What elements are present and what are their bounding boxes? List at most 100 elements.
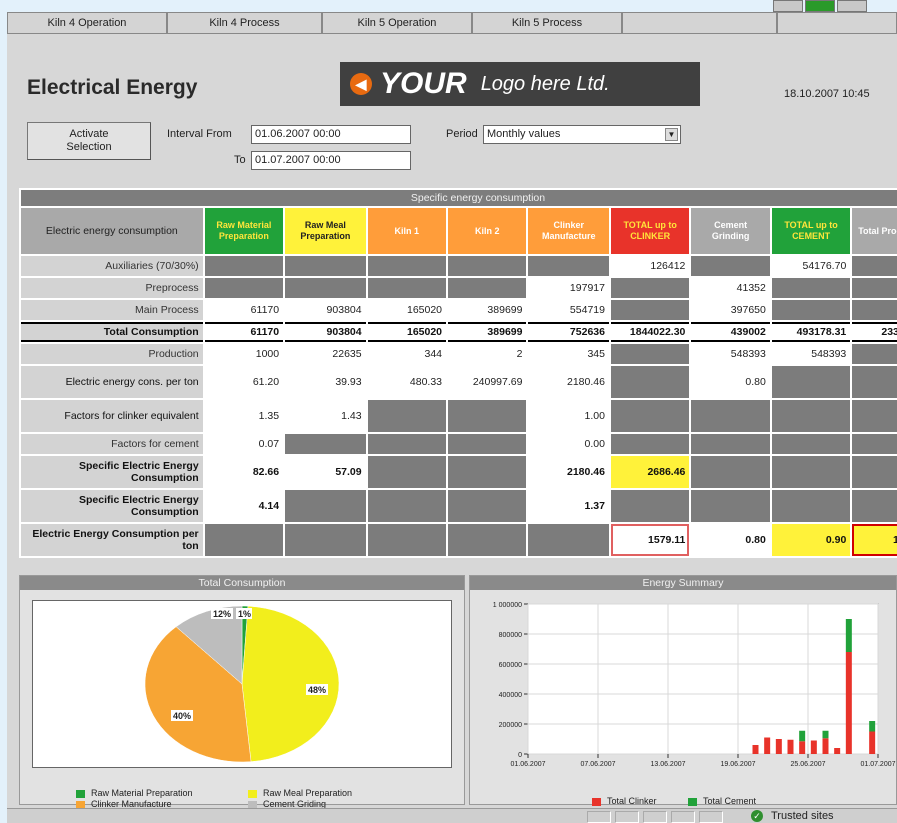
empty-cell <box>528 256 609 276</box>
value-cell: 480.33 <box>367 366 447 398</box>
table-row: Factors for cement 0.07 0.00 <box>21 434 897 454</box>
y-tick-label: 1 000000 <box>493 602 522 609</box>
empty-cell <box>771 456 851 488</box>
empty-cell <box>852 344 897 364</box>
minimize-button[interactable] <box>773 0 803 12</box>
empty-cell <box>285 434 366 454</box>
charts-area: Total Consumption 1% 48% 40% 12% Raw Materi… <box>19 575 897 809</box>
y-tick-label: 200000 <box>499 722 522 729</box>
x-tick-label: 01.06.2007 <box>510 761 545 768</box>
y-tick-label: 0 <box>518 752 522 759</box>
chevron-down-icon[interactable]: ▼ <box>665 128 678 141</box>
x-tick-label: 13.06.2007 <box>650 761 685 768</box>
value-cell: 165020 <box>367 322 447 342</box>
page-title: Electrical Energy <box>27 76 198 99</box>
bar-segment <box>845 652 852 754</box>
empty-cell <box>610 490 690 522</box>
close-button[interactable] <box>837 0 867 12</box>
table-row: Preprocess 197917 41352 <box>21 278 897 298</box>
logo-text-small: Logo here Ltd. <box>480 72 610 95</box>
column-header: Raw Meal Preparation <box>285 208 366 254</box>
value-cell: 22635 <box>285 344 366 364</box>
value-cell: 2180.46 <box>528 456 609 488</box>
check-shield-icon: ✓ <box>751 810 763 822</box>
table-caption: Specific energy consumption <box>21 190 897 206</box>
value-cell: 554719 <box>528 300 609 320</box>
value-cell: 493178.31 <box>771 322 851 342</box>
empty-cell <box>528 524 609 556</box>
empty-cell <box>610 278 690 298</box>
table-row: Electric energy cons. per ton 61.20 39.93 4… <box>21 366 897 398</box>
x-tick-label: 07.06.2007 <box>580 761 615 768</box>
value-cell: 903804 <box>285 322 366 342</box>
activate-selection-button[interactable]: Activate Selection <box>27 122 151 160</box>
column-header: Total Production <box>852 208 897 254</box>
tab-empty-2[interactable] <box>777 12 897 34</box>
tab-kiln-5-process[interactable]: Kiln 5 Process <box>472 12 622 34</box>
bar-segment <box>845 619 852 652</box>
window-controls <box>773 0 897 12</box>
empty-cell <box>367 490 447 522</box>
pie-chart: 1% 48% 40% 12% <box>144 605 340 763</box>
value-cell: 54176.70 <box>771 256 851 276</box>
row-label: Factors for clinker equivalent <box>21 400 203 432</box>
value-cell: 197917 <box>528 278 609 298</box>
bar-legend-item-cement: Total Cement <box>688 796 756 807</box>
bar-legend-item-clinker: Total Clinker <box>592 796 657 807</box>
table-corner-header: Electric energy consumption <box>21 208 203 254</box>
tab-empty-1[interactable] <box>622 12 777 34</box>
table-row: Auxiliaries (70/30%) 126412 54176.70 <box>21 256 897 276</box>
empty-cell <box>852 256 897 276</box>
status-cell <box>699 811 723 823</box>
legend-swatch <box>76 789 85 798</box>
maximize-button[interactable] <box>805 0 835 12</box>
bar-segment <box>799 741 806 754</box>
value-cell: 439002 <box>691 322 770 342</box>
x-tick-label: 01.07.2007 <box>860 761 895 768</box>
logo-arrow-icon: ◀ <box>350 73 372 95</box>
value-cell: 0.80 <box>691 366 770 398</box>
value-cell: 389699 <box>448 322 527 342</box>
value-cell: 0.07 <box>204 434 284 454</box>
period-select[interactable]: Monthly values ▼ <box>483 125 681 144</box>
empty-cell <box>285 490 366 522</box>
value-cell: 1579.11 <box>610 524 690 556</box>
column-header: Cement Grinding <box>691 208 770 254</box>
value-cell: 548393 <box>771 344 851 364</box>
empty-cell <box>691 434 770 454</box>
table-row: Factors for clinker equivalent 1.35 1.43 1.… <box>21 400 897 432</box>
empty-cell <box>367 456 447 488</box>
table-row: Main Process 61170 903804 165020 389699 55471… <box>21 300 897 320</box>
empty-cell <box>852 278 897 298</box>
tab-kiln-5-operation[interactable]: Kiln 5 Operation <box>322 12 472 34</box>
interval-from-input[interactable]: 01.06.2007 00:00 <box>251 125 411 144</box>
value-cell: 0.80 <box>691 524 770 556</box>
legend-label: Total Clinker <box>607 796 657 806</box>
empty-cell <box>285 524 366 556</box>
row-label: Preprocess <box>21 278 203 298</box>
value-cell: 1.35 <box>204 400 284 432</box>
bar-segment <box>810 740 817 754</box>
empty-cell <box>610 300 690 320</box>
value-cell: 1.43 <box>285 400 366 432</box>
security-zone[interactable]: ✓ Trusted sites <box>751 810 834 822</box>
y-tick-label: 600000 <box>499 662 522 669</box>
legend-swatch <box>688 797 697 806</box>
total-consumption-panel: Total Consumption 1% 48% 40% 12% Raw Materi… <box>19 575 465 809</box>
tab-kiln-4-operation[interactable]: Kiln 4 Operation <box>7 12 167 34</box>
bar-segment <box>775 739 782 754</box>
interval-to-input[interactable]: 01.07.2007 00:00 <box>251 151 411 170</box>
empty-cell <box>367 278 447 298</box>
energy-summary-panel: Energy Summary 0 200000 400000 600000 800000… <box>469 575 897 807</box>
empty-cell <box>852 490 897 522</box>
tab-bar: Kiln 4 Operation Kiln 4 Process Kiln 5 O… <box>7 12 897 34</box>
x-tick-label: 25.06.2007 <box>790 761 825 768</box>
empty-cell <box>448 278 527 298</box>
column-header: Raw Material Preparation <box>204 208 284 254</box>
bar-segment <box>787 739 794 754</box>
row-label: Specific Electric Energy Consumption <box>21 456 203 488</box>
value-cell: 2180.46 <box>528 366 609 398</box>
tab-kiln-4-process[interactable]: Kiln 4 Process <box>167 12 322 34</box>
pie-legend-item-raw-material: Raw Material Preparation <box>76 788 193 799</box>
period-select-value: Monthly values <box>487 128 561 140</box>
